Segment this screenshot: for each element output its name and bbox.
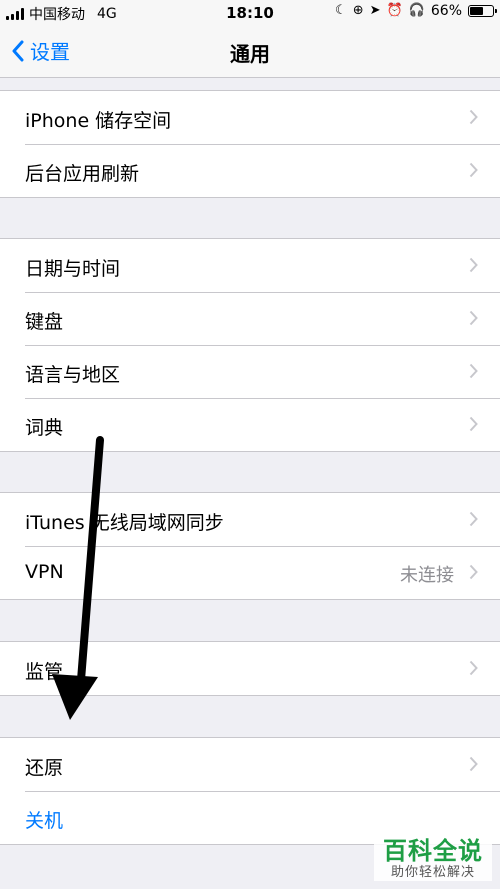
- watermark-subtitle: 助你轻松解决: [390, 865, 475, 880]
- row-language-region[interactable]: 语言与地区: [0, 345, 500, 398]
- location-icon: ➤: [369, 3, 381, 18]
- row-label: 语言与地区: [25, 364, 121, 386]
- row-reset[interactable]: 还原: [0, 738, 500, 791]
- chevron-right-icon: [469, 416, 478, 432]
- page-title: 通用: [230, 42, 270, 66]
- row-label: VPN: [25, 561, 64, 583]
- row-vpn[interactable]: VPN 未连接: [0, 546, 500, 599]
- status-right: ☾ ⊕ ➤ ⏰ 🎧 66%: [335, 3, 497, 19]
- navigation-bar: 设置 通用: [0, 26, 500, 78]
- settings-group-storage: iPhone 储存空间 后台应用刷新: [0, 90, 500, 198]
- chevron-right-icon: [469, 310, 478, 326]
- headphones-icon: 🎧: [408, 3, 425, 18]
- battery-percent: 66%: [430, 3, 462, 19]
- row-itunes-wifi-sync[interactable]: iTunes 无线局域网同步: [0, 493, 500, 546]
- chevron-right-icon: [469, 109, 478, 125]
- settings-group-locale: 日期与时间 键盘 语言与地区 词典: [0, 238, 500, 452]
- row-label: iTunes 无线局域网同步: [25, 512, 224, 534]
- settings-group-network: iTunes 无线局域网同步 VPN 未连接: [0, 492, 500, 600]
- row-label: 日期与时间: [25, 258, 121, 280]
- row-background-refresh[interactable]: 后台应用刷新: [0, 144, 500, 197]
- chevron-right-icon: [469, 756, 478, 772]
- shut-down-label: 关机: [25, 810, 64, 832]
- alarm-icon: ⏰: [386, 3, 403, 18]
- row-supervision[interactable]: 监管: [0, 642, 500, 695]
- battery-fill: [470, 7, 484, 15]
- vpn-status: 未连接: [400, 565, 454, 586]
- chevron-right-icon: [469, 162, 478, 178]
- row-iphone-storage[interactable]: iPhone 储存空间: [0, 91, 500, 144]
- status-bar: 中国移动 4G 18:10 ☾ ⊕ ➤ ⏰ 🎧 66%: [0, 0, 500, 26]
- battery-icon: [468, 5, 497, 17]
- rotation-lock-icon: ⊕: [352, 3, 364, 18]
- chevron-right-icon: [469, 564, 478, 580]
- row-label: 还原: [25, 757, 64, 779]
- row-label: 词典: [25, 417, 64, 439]
- watermark-logo: 百科全说 助你轻松解决: [374, 829, 492, 881]
- chevron-right-icon: [469, 660, 478, 676]
- moon-icon: ☾: [335, 3, 347, 18]
- row-label: iPhone 储存空间: [25, 110, 172, 132]
- row-dictionary[interactable]: 词典: [0, 398, 500, 451]
- row-date-time[interactable]: 日期与时间: [0, 239, 500, 292]
- settings-group-supervision: 监管: [0, 641, 500, 696]
- chevron-right-icon: [469, 257, 478, 273]
- row-label: 键盘: [25, 311, 64, 333]
- chevron-right-icon: [469, 511, 478, 527]
- chevron-right-icon: [469, 363, 478, 379]
- row-keyboard[interactable]: 键盘: [0, 292, 500, 345]
- row-label: 监管: [25, 661, 64, 683]
- row-label: 后台应用刷新: [25, 163, 140, 185]
